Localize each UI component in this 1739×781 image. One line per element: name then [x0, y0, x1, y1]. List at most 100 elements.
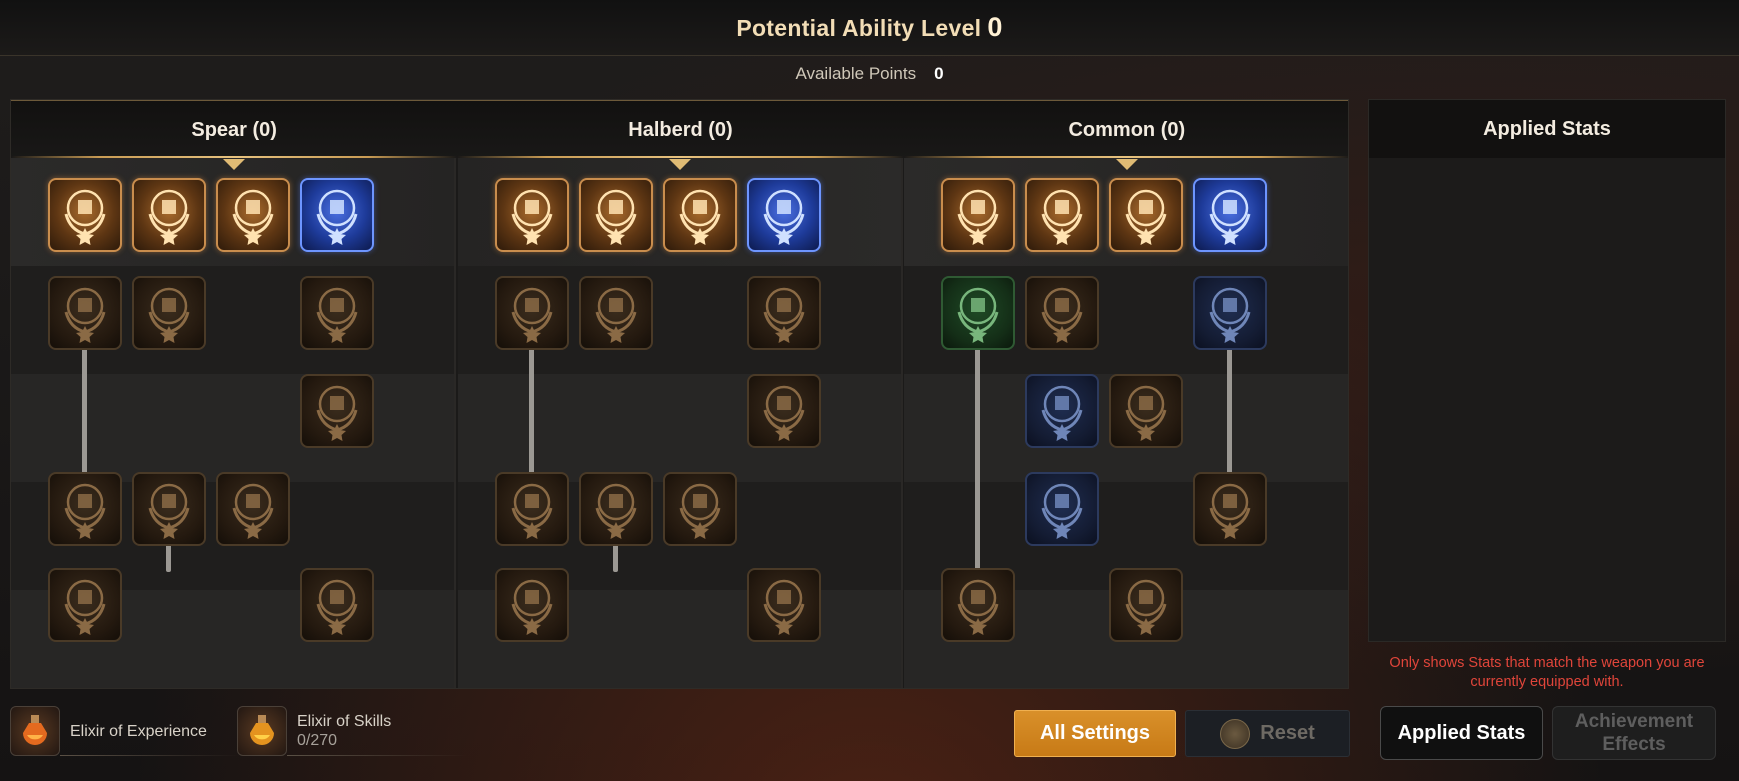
skill-node-common[interactable] [1109, 374, 1183, 448]
skill-tree-panel: Spear (0) Halberd (0) Common (0) [10, 99, 1349, 689]
shield-icon [304, 180, 370, 251]
skill-node-spear[interactable] [300, 568, 374, 642]
skill-node-common[interactable] [1193, 472, 1267, 546]
skill-node-spear[interactable] [216, 472, 290, 546]
achievement-effects-button[interactable]: Achievement Effects [1552, 706, 1716, 760]
skill-node-spear[interactable] [216, 178, 290, 252]
potion-icon [1113, 570, 1179, 641]
gauntlet-icon [1113, 180, 1179, 251]
stats-notice: Only shows Stats that match the weapon y… [1389, 655, 1705, 690]
tree-connector [166, 542, 171, 572]
skill-node-common[interactable] [941, 178, 1015, 252]
skill-node-spear[interactable] [300, 276, 374, 350]
arrow-swirl-icon [499, 474, 565, 545]
arrow-swirl-icon [52, 474, 118, 545]
hammer-wheel-icon [304, 570, 370, 641]
skill-node-common[interactable] [1025, 374, 1099, 448]
skill-node-common[interactable] [1025, 276, 1099, 350]
all-settings-button[interactable]: All Settings [1014, 710, 1176, 757]
gold-icon [1113, 376, 1179, 447]
shield-icon [52, 570, 118, 641]
spear-crest-icon [52, 180, 118, 251]
title-bar: Potential Ability Level 0 [0, 0, 1739, 56]
skill-node-common[interactable] [1025, 472, 1099, 546]
points-value: 0 [934, 64, 944, 83]
item-count: 0/270 [297, 732, 338, 749]
level-value: 0 [987, 12, 1003, 42]
skill-node-common[interactable] [1109, 568, 1183, 642]
skill-node-halberd[interactable] [495, 276, 569, 350]
gauntlet-icon [667, 180, 733, 251]
tree-connector [613, 542, 618, 572]
skill-node-halberd[interactable] [579, 178, 653, 252]
gauntlet-icon [220, 180, 286, 251]
applied-stats-title: Applied Stats [1369, 100, 1725, 158]
skill-node-spear[interactable] [300, 374, 374, 448]
coin-icon [1220, 718, 1251, 749]
spear-flame-icon [667, 474, 733, 545]
spear-crest-icon [945, 180, 1011, 251]
exp-icon [1029, 376, 1095, 447]
skill-node-spear[interactable] [48, 568, 122, 642]
applied-stats-button[interactable]: Applied Stats [1380, 706, 1543, 760]
skill-node-halberd[interactable] [747, 276, 821, 350]
reset-label: Reset [1260, 722, 1315, 744]
skill-node-halberd[interactable] [579, 472, 653, 546]
shield-icon [751, 180, 817, 251]
tab-spear-label: Spear (0) [191, 119, 277, 141]
skill-node-spear[interactable] [48, 472, 122, 546]
tree-connector [82, 346, 87, 476]
skill-node-spear[interactable] [132, 276, 206, 350]
tab-common[interactable]: Common (0) [903, 101, 1348, 170]
elixir-bottle-icon [10, 706, 60, 756]
skill-node-common[interactable] [941, 568, 1015, 642]
halberd-column [458, 158, 903, 688]
item-name: Elixir of Experience [70, 722, 207, 740]
hammer-wheel-icon [751, 570, 817, 641]
elixir-bottle-icon [237, 706, 287, 756]
skill-node-spear[interactable] [48, 178, 122, 252]
elixir-experience-item[interactable]: Elixir of Experience [10, 706, 240, 756]
skill-node-common[interactable] [941, 276, 1015, 350]
skill-node-spear[interactable] [48, 276, 122, 350]
skill-node-common[interactable] [1025, 178, 1099, 252]
sword-flame-icon [751, 278, 817, 349]
skill-node-halberd[interactable] [663, 178, 737, 252]
tab-halberd[interactable]: Halberd (0) [457, 101, 904, 170]
elixir-skills-item[interactable]: Elixir of Skills 0/270 [237, 706, 467, 756]
potion-icon [751, 376, 817, 447]
spear-flame-icon [220, 474, 286, 545]
spear-flame-icon [52, 278, 118, 349]
skill-node-spear[interactable] [132, 178, 206, 252]
skill-node-halberd[interactable] [579, 276, 653, 350]
muscle-plus-icon [945, 278, 1011, 349]
skill-node-spear[interactable] [300, 178, 374, 252]
skill-node-halberd[interactable] [495, 568, 569, 642]
tree-header: Spear (0) Halberd (0) Common (0) [11, 100, 1348, 170]
tree-connector [1227, 346, 1232, 476]
swirl-up-icon [1197, 278, 1263, 349]
tab-common-label: Common (0) [1068, 119, 1186, 141]
fang-icon [1029, 278, 1095, 349]
skill-node-halberd[interactable] [495, 472, 569, 546]
skill-node-halberd[interactable] [747, 568, 821, 642]
tab-halberd-label: Halberd (0) [628, 119, 733, 141]
crosshair-icon [583, 474, 649, 545]
target-wheel-icon [136, 278, 202, 349]
spear-crest-icon [499, 180, 565, 251]
scope-icon [304, 278, 370, 349]
reset-button[interactable]: Reset [1185, 710, 1350, 757]
tree-connector [529, 346, 534, 476]
skill-node-spear[interactable] [132, 472, 206, 546]
skill-node-common[interactable] [1109, 178, 1183, 252]
skill-node-common[interactable] [1193, 178, 1267, 252]
skill-node-halberd[interactable] [663, 472, 737, 546]
applied-stats-panel: Applied Stats [1368, 99, 1726, 642]
skill-node-halberd[interactable] [747, 374, 821, 448]
skill-node-halberd[interactable] [747, 178, 821, 252]
spear-flame-icon [499, 278, 565, 349]
skill-node-common[interactable] [1193, 276, 1267, 350]
tab-spear[interactable]: Spear (0) [11, 101, 458, 170]
beast-icon [1029, 474, 1095, 545]
skill-node-halberd[interactable] [495, 178, 569, 252]
